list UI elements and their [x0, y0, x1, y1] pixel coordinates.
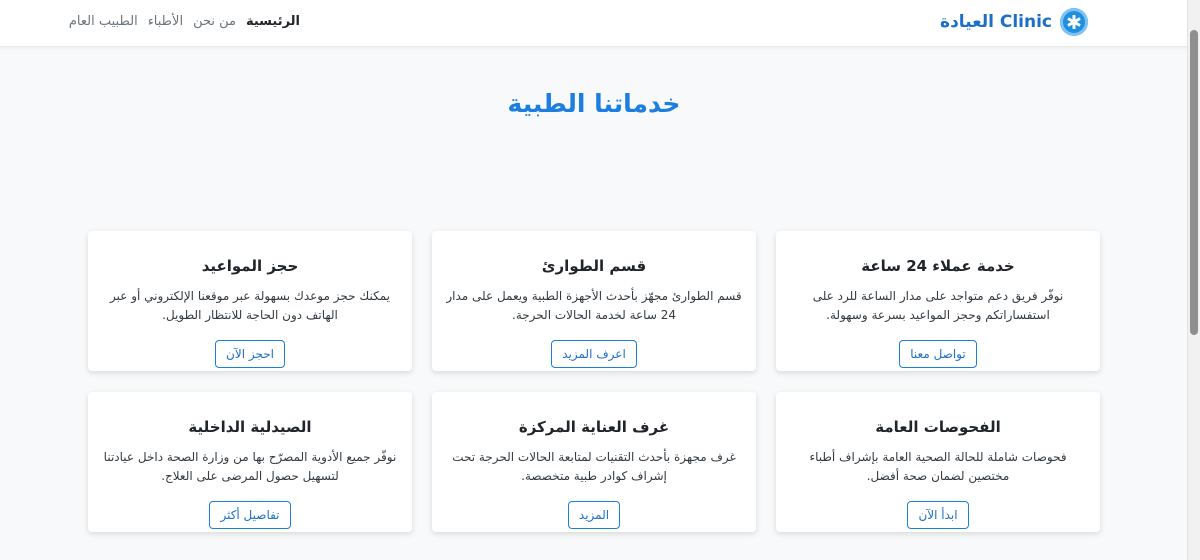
- star-of-life-icon: [1060, 8, 1088, 36]
- nav-item-home[interactable]: الرئيسية: [246, 14, 300, 29]
- brand[interactable]: Clinic العيادة: [940, 8, 1088, 36]
- service-card-pharmacy: الصيدلية الداخلية نوفّر جميع الأدوية الم…: [88, 392, 412, 532]
- nav-item-general-doctor[interactable]: الطبيب العام: [69, 14, 138, 29]
- nav-item-doctors[interactable]: الأطباء: [148, 14, 183, 29]
- card-text: يمكنك حجز موعدك بسهولة عبر موقعنا الإلكت…: [110, 289, 390, 322]
- card-text: فحوصات شاملة للحالة الصحية العامة بإشراف…: [809, 450, 1067, 483]
- service-card-appointments: حجز المواعيد يمكنك حجز موعدك بسهولة عبر …: [88, 231, 412, 371]
- service-card-emergency: قسم الطوارئ قسم الطوارئ مجهّز بأحدث الأج…: [432, 231, 756, 371]
- service-card-customer-service: خدمة عملاء 24 ساعة نوفّر فريق دعم متواجد…: [776, 231, 1100, 371]
- navbar: Clinic العيادة الرئيسية من نحن الأطباء ا…: [0, 0, 1188, 47]
- card-title: حجز المواعيد: [201, 257, 299, 275]
- start-now-button[interactable]: ابدأ الآن: [907, 501, 969, 529]
- learn-more-button[interactable]: اعرف المزيد: [551, 340, 637, 368]
- service-card-general-checkups: الفحوصات العامة فحوصات شاملة للحالة الصح…: [776, 392, 1100, 532]
- section-title: خدماتنا الطبية: [507, 88, 681, 118]
- card-title: الفحوصات العامة: [875, 418, 1001, 436]
- card-title: قسم الطوارئ: [541, 257, 647, 275]
- card-text: نوفّر جميع الأدوية المصرّح بها من وزارة …: [103, 450, 397, 483]
- scrollbar-thumb[interactable]: [1190, 30, 1198, 335]
- card-title: غرف العناية المركزة: [518, 418, 670, 436]
- brand-name: Clinic العيادة: [940, 12, 1052, 32]
- more-details-button[interactable]: تفاصيل أكثر: [209, 501, 291, 529]
- card-text: غرف مجهزة بأحدث التقنيات لمتابعة الحالات…: [452, 450, 736, 483]
- contact-us-button[interactable]: تواصل معنا: [899, 340, 977, 368]
- book-now-button[interactable]: احجز الآن: [215, 340, 285, 368]
- card-text: قسم الطوارئ مجهّز بأحدث الأجهزة الطبية و…: [446, 289, 742, 322]
- card-text: نوفّر فريق دعم متواجد على مدار الساعة لل…: [812, 289, 1064, 322]
- service-card-icu: غرف العناية المركزة غرف مجهزة بأحدث التق…: [432, 392, 756, 532]
- more-button[interactable]: المزيد: [567, 501, 621, 529]
- main-nav: الرئيسية من نحن الأطباء الطبيب العام: [59, 14, 300, 29]
- card-title: الصيدلية الداخلية: [188, 418, 312, 436]
- page-scrollbar[interactable]: [1187, 0, 1200, 560]
- card-title: خدمة عملاء 24 ساعة: [861, 257, 1015, 275]
- nav-item-about[interactable]: من نحن: [193, 14, 236, 29]
